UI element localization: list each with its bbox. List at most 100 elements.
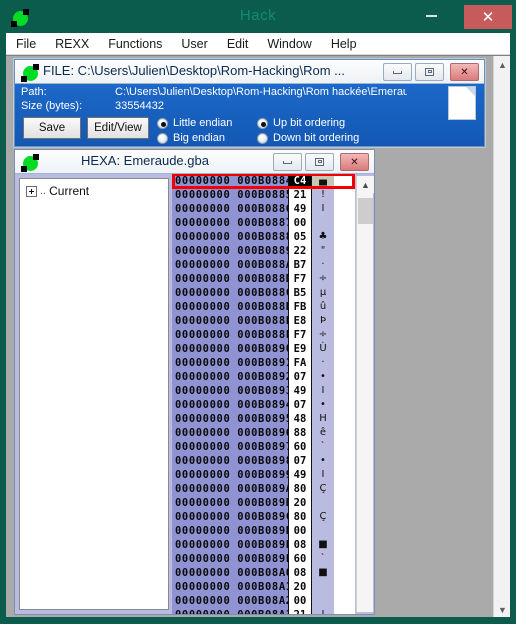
hex-value-cell[interactable]: 60: [288, 552, 312, 566]
hex-value-cell[interactable]: 08: [288, 538, 312, 552]
mdi-scroll-down-button[interactable]: ▼: [494, 601, 510, 617]
scrollbar-thumb[interactable]: [358, 198, 373, 224]
hex-value-cell[interactable]: 80: [288, 482, 312, 496]
hex-value-cell[interactable]: 49: [288, 468, 312, 482]
hex-row[interactable]: 00000000 000B088E E8 Þ: [172, 314, 355, 328]
hex-value-cell[interactable]: 20: [288, 580, 312, 594]
hex-row[interactable]: 00000000 000B089B 20: [172, 496, 355, 510]
hex-value-cell[interactable]: F7: [288, 272, 312, 286]
radio-down-bit-ordering[interactable]: Down bit ordering: [257, 132, 359, 144]
hex-row[interactable]: 00000000 000B0896 88 ê: [172, 426, 355, 440]
hex-value-cell[interactable]: 00: [288, 216, 312, 230]
hex-listing[interactable]: 00000000 000B0884 C4 ▄ 00000000 000B0885 21!…: [172, 174, 355, 614]
file-maximize-button[interactable]: [415, 63, 444, 81]
hexa-close-button[interactable]: ✕: [340, 153, 369, 171]
hex-row[interactable]: 00000000 000B0899 49 I: [172, 468, 355, 482]
hex-value-cell[interactable]: FA: [288, 356, 312, 370]
app-close-button[interactable]: ✕: [464, 5, 512, 29]
menu-item-file[interactable]: File: [16, 35, 45, 53]
hex-value-cell[interactable]: B7: [288, 258, 312, 272]
plus-icon[interactable]: [26, 185, 37, 197]
menu-item-help[interactable]: Help: [331, 35, 366, 53]
hex-row[interactable]: 00000000 000B08A0 08 ■: [172, 566, 355, 580]
hex-row[interactable]: 00000000 000B0885 21!: [172, 188, 355, 202]
restore-icon: [425, 68, 434, 76]
menu-item-window[interactable]: Window: [267, 35, 320, 53]
hex-row[interactable]: 00000000 000B089C 80 Ç: [172, 510, 355, 524]
mdi-vertical-scrollbar[interactable]: ▲ ▼: [493, 56, 510, 617]
hexa-minimize-button[interactable]: [273, 153, 302, 171]
hex-row[interactable]: 00000000 000B088F F7 ÷: [172, 328, 355, 342]
file-minimize-button[interactable]: [383, 63, 412, 81]
hex-value-cell[interactable]: 22: [288, 244, 312, 258]
hex-row[interactable]: 00000000 000B0895 48 H: [172, 412, 355, 426]
app-minimize-button[interactable]: [413, 3, 449, 29]
hex-row[interactable]: 00000000 000B08A1 20: [172, 580, 355, 594]
radio-big-endian[interactable]: Big endian: [157, 132, 225, 144]
hex-value-cell[interactable]: 21: [288, 188, 312, 202]
edit-view-button[interactable]: Edit/View: [87, 117, 149, 139]
hex-row[interactable]: 00000000 000B088C B5 µ: [172, 286, 355, 300]
hex-row[interactable]: 00000000 000B088D FB û: [172, 300, 355, 314]
hex-value-cell[interactable]: 48: [288, 412, 312, 426]
hex-value-cell[interactable]: B5: [288, 286, 312, 300]
hex-value-cell[interactable]: 05: [288, 230, 312, 244]
hex-row[interactable]: 00000000 000B089E 08 ■: [172, 538, 355, 552]
hex-ascii-cell: [312, 594, 334, 608]
hex-value-cell[interactable]: 08: [288, 566, 312, 580]
hex-row[interactable]: 00000000 000B0898 07 •: [172, 454, 355, 468]
hex-row[interactable]: 00000000 000B0889 22 ": [172, 244, 355, 258]
hex-row[interactable]: 00000000 000B0890 E9 Ù: [172, 342, 355, 356]
hex-value-cell[interactable]: C4: [288, 174, 312, 188]
hex-value-cell[interactable]: F7: [288, 328, 312, 342]
hex-value-cell[interactable]: 00: [288, 524, 312, 538]
hex-row[interactable]: 00000000 000B0894 07 •: [172, 398, 355, 412]
hex-row[interactable]: 00000000 000B08A321!: [172, 608, 355, 614]
hex-row[interactable]: 00000000 000B0886 49 I: [172, 202, 355, 216]
hex-row[interactable]: 00000000 000B0897 60 `: [172, 440, 355, 454]
hex-value-cell[interactable]: 60: [288, 440, 312, 454]
hex-row[interactable]: 00000000 000B0888 05 ♣: [172, 230, 355, 244]
hex-row[interactable]: 00000000 000B08A2 00: [172, 594, 355, 608]
hex-row[interactable]: 00000000 000B089F 60 `: [172, 552, 355, 566]
hex-value-cell[interactable]: E9: [288, 342, 312, 356]
hex-value-cell[interactable]: 88: [288, 426, 312, 440]
hex-value-cell[interactable]: FB: [288, 300, 312, 314]
hex-row[interactable]: 00000000 000B0891 FA ·: [172, 356, 355, 370]
hex-value-cell[interactable]: 21: [288, 608, 312, 614]
menu-item-edit[interactable]: Edit: [227, 35, 258, 53]
scroll-up-button[interactable]: ▲: [357, 176, 374, 193]
hex-value-cell[interactable]: 80: [288, 510, 312, 524]
file-close-button[interactable]: ✕: [450, 63, 479, 81]
menu-item-rexx[interactable]: REXX: [55, 35, 98, 53]
hex-address-cell: 00000000 000B08A3: [172, 608, 288, 614]
tree-item-current[interactable]: .. Current: [26, 184, 89, 198]
hex-row[interactable]: 00000000 000B0893 49 I: [172, 384, 355, 398]
radio-up-bit-ordering[interactable]: Up bit ordering: [257, 117, 345, 129]
hex-row[interactable]: 00000000 000B088B F7 ÷: [172, 272, 355, 286]
hex-value-cell[interactable]: 07: [288, 398, 312, 412]
hex-row[interactable]: 00000000 000B089D 00: [172, 524, 355, 538]
hex-value-cell[interactable]: 49: [288, 202, 312, 216]
hex-row[interactable]: 00000000 000B0884 C4 ▄: [172, 174, 355, 188]
hex-row[interactable]: 00000000 000B088A B7 ·: [172, 258, 355, 272]
tree-panel[interactable]: .. Current: [19, 178, 169, 610]
hex-value-cell[interactable]: 00: [288, 594, 312, 608]
hex-value-cell[interactable]: 20: [288, 496, 312, 510]
hex-row[interactable]: 00000000 000B0887 00: [172, 216, 355, 230]
hex-row[interactable]: 00000000 000B0892 07 •: [172, 370, 355, 384]
menu-item-user[interactable]: User: [181, 35, 216, 53]
hexa-window-titlebar[interactable]: HEXA: Emeraude.gba ✕: [15, 150, 374, 174]
menu-item-functions[interactable]: Functions: [108, 35, 171, 53]
hex-value-cell[interactable]: E8: [288, 314, 312, 328]
file-window-titlebar[interactable]: FILE: C:\Users\Julien\Desktop\Rom-Hackin…: [15, 60, 484, 84]
radio-little-endian[interactable]: Little endian: [157, 117, 232, 129]
hexa-maximize-button[interactable]: [305, 153, 334, 171]
hex-value-cell[interactable]: 07: [288, 370, 312, 384]
hexa-vertical-scrollbar[interactable]: ▲: [356, 176, 374, 612]
hex-value-cell[interactable]: 49: [288, 384, 312, 398]
hex-row[interactable]: 00000000 000B089A 80 Ç: [172, 482, 355, 496]
save-button[interactable]: Save: [23, 117, 81, 139]
hex-value-cell[interactable]: 07: [288, 454, 312, 468]
mdi-scroll-up-button[interactable]: ▲: [494, 56, 510, 73]
